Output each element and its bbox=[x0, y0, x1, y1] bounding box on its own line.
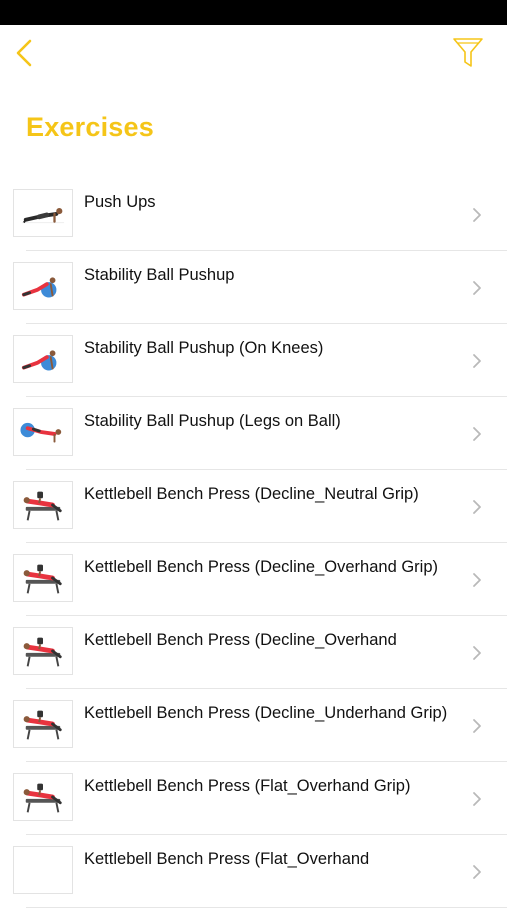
exercise-row[interactable]: Stability Ball Pushup (Legs on Ball) bbox=[0, 397, 507, 470]
chevron-left-icon bbox=[16, 39, 32, 67]
exercise-name: Stability Ball Pushup bbox=[84, 266, 235, 284]
nav-bar bbox=[0, 25, 507, 85]
page-title: Exercises bbox=[26, 112, 154, 142]
exercise-row[interactable]: Stability Ball Pushup bbox=[0, 251, 507, 324]
exercise-illustration bbox=[14, 847, 72, 893]
exercise-thumbnail bbox=[13, 773, 73, 821]
exercise-row[interactable]: Kettlebell Bench Press (Flat_Overhand Gr… bbox=[0, 762, 507, 835]
exercise-row[interactable]: Kettlebell Bench Press (Decline_Neutral … bbox=[0, 470, 507, 543]
chevron-right-icon bbox=[473, 646, 481, 660]
exercise-illustration bbox=[23, 564, 62, 594]
filter-funnel-icon bbox=[453, 38, 483, 67]
exercise-illustration bbox=[23, 491, 62, 521]
exercise-thumbnail bbox=[13, 627, 73, 675]
exercise-name: Push Ups bbox=[84, 193, 156, 211]
exercise-thumbnail bbox=[13, 335, 73, 383]
filter-button[interactable] bbox=[450, 35, 486, 71]
exercise-row[interactable]: Kettlebell Bench Press (Flat_Overhand bbox=[0, 835, 507, 908]
exercise-row[interactable]: Stability Ball Pushup (On Knees) bbox=[0, 324, 507, 397]
exercise-thumbnail bbox=[13, 408, 73, 456]
status-bar bbox=[0, 0, 507, 25]
exercise-name: Kettlebell Bench Press (Flat_Overhand Gr… bbox=[84, 777, 411, 795]
chevron-right-icon bbox=[473, 354, 481, 368]
exercise-name: Kettlebell Bench Press (Decline_Underhan… bbox=[84, 704, 448, 722]
exercise-illustration bbox=[21, 350, 57, 371]
exercise-thumbnail bbox=[13, 846, 73, 894]
exercise-list: Push Ups Stability Ball Pushup Stability B… bbox=[0, 178, 507, 908]
exercise-name: Kettlebell Bench Press (Decline_Overhand… bbox=[84, 558, 439, 576]
exercise-thumbnail bbox=[13, 189, 73, 237]
exercise-thumbnail bbox=[13, 700, 73, 748]
exercise-name: Stability Ball Pushup (On Knees) bbox=[84, 339, 324, 357]
exercise-name: Kettlebell Bench Press (Decline_Neutral … bbox=[84, 485, 419, 503]
exercise-illustration bbox=[23, 637, 62, 667]
exercise-name: Stability Ball Pushup (Legs on Ball) bbox=[84, 412, 341, 430]
exercise-illustration bbox=[20, 422, 62, 443]
exercise-thumbnail bbox=[13, 554, 73, 602]
exercise-row[interactable]: Kettlebell Bench Press (Decline_Overhand bbox=[0, 616, 507, 689]
chevron-right-icon bbox=[473, 500, 481, 514]
chevron-right-icon bbox=[473, 427, 481, 441]
chevron-right-icon bbox=[473, 208, 481, 222]
chevron-right-icon bbox=[473, 281, 481, 295]
exercise-row[interactable]: Kettlebell Bench Press (Decline_Underhan… bbox=[0, 689, 507, 762]
exercise-illustration bbox=[23, 710, 62, 740]
exercise-row[interactable]: Push Ups bbox=[0, 178, 507, 251]
exercise-illustration bbox=[21, 277, 57, 298]
chevron-right-icon bbox=[473, 792, 481, 806]
exercise-row[interactable]: Kettlebell Bench Press (Decline_Overhand… bbox=[0, 543, 507, 616]
chevron-right-icon bbox=[473, 719, 481, 733]
chevron-right-icon bbox=[473, 865, 481, 879]
exercise-name: Kettlebell Bench Press (Flat_Overhand bbox=[84, 850, 370, 868]
exercise-thumbnail bbox=[13, 481, 73, 529]
exercise-illustration bbox=[21, 208, 65, 224]
back-button[interactable] bbox=[12, 37, 40, 69]
chevron-right-icon bbox=[473, 573, 481, 587]
exercise-name: Kettlebell Bench Press (Decline_Overhand bbox=[84, 631, 397, 649]
exercise-illustration bbox=[23, 783, 62, 813]
exercise-thumbnail bbox=[13, 262, 73, 310]
